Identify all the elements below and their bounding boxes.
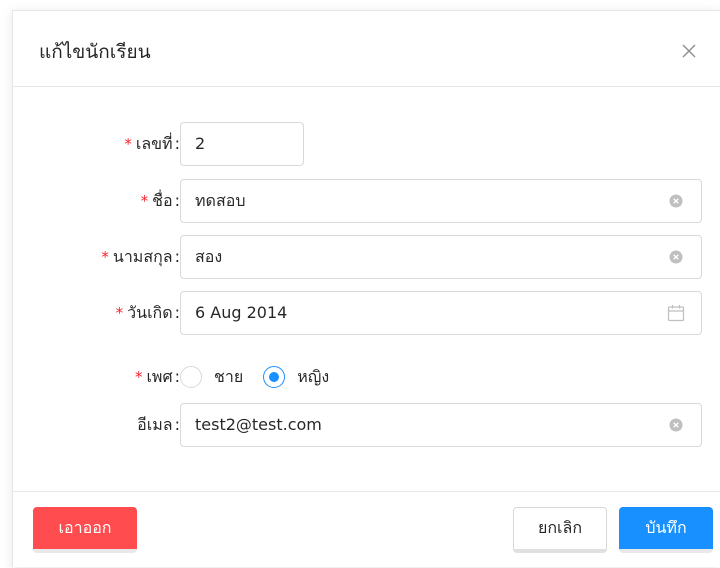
radio-checked[interactable] (263, 366, 286, 388)
birth-date-label: * วันเกิด: (115, 303, 180, 322)
required-mark: * (101, 248, 109, 266)
gender-radio-female[interactable]: หญิง (263, 365, 329, 390)
edit-student-dialog: แก้ไขนักเรียน *เลขที่: 2 *ชื่อ: ทดสอบ (12, 10, 720, 567)
calendar-icon (667, 305, 685, 322)
number-value: 2 (195, 134, 206, 153)
dialog-footer: เอาออก ยกเลิก บันทึก (13, 491, 720, 568)
cancel-button[interactable]: ยกเลิก (513, 507, 607, 553)
form-row-email: อีเมล: test2@test.com (13, 403, 720, 447)
required-mark: * (124, 135, 132, 153)
required-mark: * (140, 192, 149, 210)
clear-circle-icon[interactable] (669, 250, 683, 264)
last-name-label: * นามสกุล: (101, 247, 180, 266)
number-label: * เลขที่: (124, 134, 180, 153)
required-mark: * (134, 368, 143, 386)
form-row-number: * เลขที่: 2 (13, 122, 720, 166)
gender-label: * เพศ: (134, 367, 180, 386)
first-name-input[interactable]: ทดสอบ (180, 179, 702, 223)
close-icon (682, 44, 696, 58)
save-button[interactable]: บันทึก (619, 507, 713, 553)
email-field[interactable]: test2@test.com (180, 403, 702, 447)
gender-option-label: หญิง (297, 366, 330, 386)
gender-option-label: ชาย (214, 366, 244, 386)
dialog-header: แก้ไขนักเรียน (13, 11, 720, 87)
form-row-last-name: * นามสกุล: สอง (13, 235, 720, 279)
last-name-input[interactable]: สอง (180, 235, 702, 279)
form-row-gender: * เพศ: ชาย หญิง (13, 355, 720, 399)
delete-button[interactable]: เอาออก (33, 507, 137, 553)
birth-date-picker[interactable]: 6 Aug 2014 (180, 291, 702, 335)
birth-date-value: 6 Aug 2014 (195, 303, 288, 322)
gender-radio-group: ชาย หญิง (180, 355, 349, 399)
email-value: test2@test.com (195, 415, 322, 434)
first-name-label: * ชื่อ: (140, 191, 180, 210)
first-name-value: ทดสอบ (195, 191, 246, 210)
form-row-first-name: * ชื่อ: ทดสอบ (13, 179, 720, 223)
last-name-value: สอง (195, 247, 223, 266)
form-row-birth-date: * วันเกิด: 6 Aug 2014 (13, 291, 720, 335)
clear-circle-icon[interactable] (669, 418, 683, 432)
number-input[interactable]: 2 (180, 122, 304, 166)
required-mark: * (115, 304, 124, 322)
gender-radio-male[interactable]: ชาย (180, 365, 243, 390)
clear-circle-icon[interactable] (669, 194, 683, 208)
dialog-title: แก้ไขนักเรียน (39, 41, 151, 63)
email-label: อีเมล: (137, 415, 180, 434)
close-button[interactable] (675, 37, 703, 65)
radio-unchecked[interactable] (180, 366, 202, 388)
